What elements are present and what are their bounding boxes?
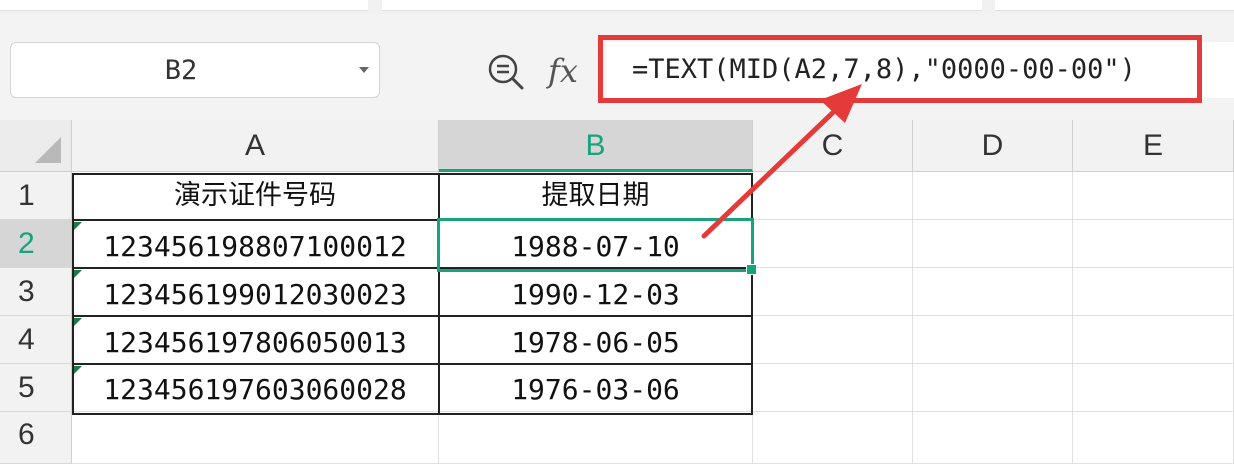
cell-b6[interactable] <box>439 412 753 464</box>
table-divider-row-2 <box>72 267 753 269</box>
cell-b2[interactable]: 1988-07-10 <box>439 220 753 268</box>
cell-e4[interactable] <box>1073 316 1234 364</box>
toolbar-segment-middle <box>382 0 982 11</box>
column-header-a[interactable]: A <box>72 120 439 172</box>
cell-c4[interactable] <box>753 316 913 364</box>
cell-b3[interactable]: 1990-12-03 <box>439 268 753 316</box>
cell-d5[interactable] <box>913 364 1073 412</box>
cell-e6[interactable] <box>1073 412 1234 464</box>
cell-e5[interactable] <box>1073 364 1234 412</box>
cell-c1[interactable] <box>753 172 913 220</box>
cell-c2[interactable] <box>753 220 913 268</box>
table-divider-row-4 <box>72 363 753 365</box>
name-box[interactable]: B2 <box>10 42 380 98</box>
cell-a2[interactable]: 123456198807100012 <box>72 220 439 268</box>
cell-a3[interactable]: 123456199012030023 <box>72 268 439 316</box>
column-header-b[interactable]: B <box>439 120 753 172</box>
name-box-value: B2 <box>164 55 198 86</box>
cell-a6[interactable] <box>72 412 439 464</box>
zoom-formula-icon[interactable] <box>484 50 526 92</box>
error-indicator-icon[interactable] <box>74 222 82 230</box>
cell-c5[interactable] <box>753 364 913 412</box>
table-divider-row-1 <box>72 219 753 221</box>
chevron-down-icon[interactable] <box>359 67 369 73</box>
column-header-e[interactable]: E <box>1073 120 1234 172</box>
spreadsheet-grid: A B C D E 1 2 3 4 5 6 演示证件号码 提取日期 123456… <box>0 120 1234 464</box>
cell-d1[interactable] <box>913 172 1073 220</box>
fx-icon[interactable]: fx <box>548 50 578 92</box>
column-header-c[interactable]: C <box>753 120 913 172</box>
row-header-5[interactable]: 5 <box>0 364 72 412</box>
row-header-4[interactable]: 4 <box>0 316 72 364</box>
row-header-6[interactable]: 6 <box>0 412 72 464</box>
row-header-2[interactable]: 2 <box>0 220 72 268</box>
cell-e3[interactable] <box>1073 268 1234 316</box>
column-header-d[interactable]: D <box>913 120 1073 172</box>
table-divider-vertical <box>438 173 440 415</box>
cell-b4[interactable]: 1978-06-05 <box>439 316 753 364</box>
cell-d2[interactable] <box>913 220 1073 268</box>
row-header-1[interactable]: 1 <box>0 172 72 220</box>
cell-a4[interactable]: 123456197806050013 <box>72 316 439 364</box>
error-indicator-icon[interactable] <box>74 318 82 326</box>
cell-d6[interactable] <box>913 412 1073 464</box>
cell-c3[interactable] <box>753 268 913 316</box>
cell-a1[interactable]: 演示证件号码 <box>72 172 439 220</box>
error-indicator-icon[interactable] <box>74 366 82 374</box>
cell-e2[interactable] <box>1073 220 1234 268</box>
cell-b1[interactable]: 提取日期 <box>439 172 753 220</box>
row-header-3[interactable]: 3 <box>0 268 72 316</box>
fill-handle[interactable] <box>746 264 757 275</box>
cell-b5[interactable]: 1976-03-06 <box>439 364 753 412</box>
annotation-highlight-box <box>598 35 1202 103</box>
toolbar-segment-left <box>0 0 368 11</box>
error-indicator-icon[interactable] <box>74 270 82 278</box>
cell-e1[interactable] <box>1073 172 1234 220</box>
top-strip <box>0 0 1234 15</box>
cell-d3[interactable] <box>913 268 1073 316</box>
cell-c6[interactable] <box>753 412 913 464</box>
cell-d4[interactable] <box>913 316 1073 364</box>
table-divider-row-3 <box>72 315 753 317</box>
toolbar-segment-right <box>995 0 1234 11</box>
select-all-icon[interactable] <box>0 120 72 172</box>
cell-a5[interactable]: 123456197603060028 <box>72 364 439 412</box>
